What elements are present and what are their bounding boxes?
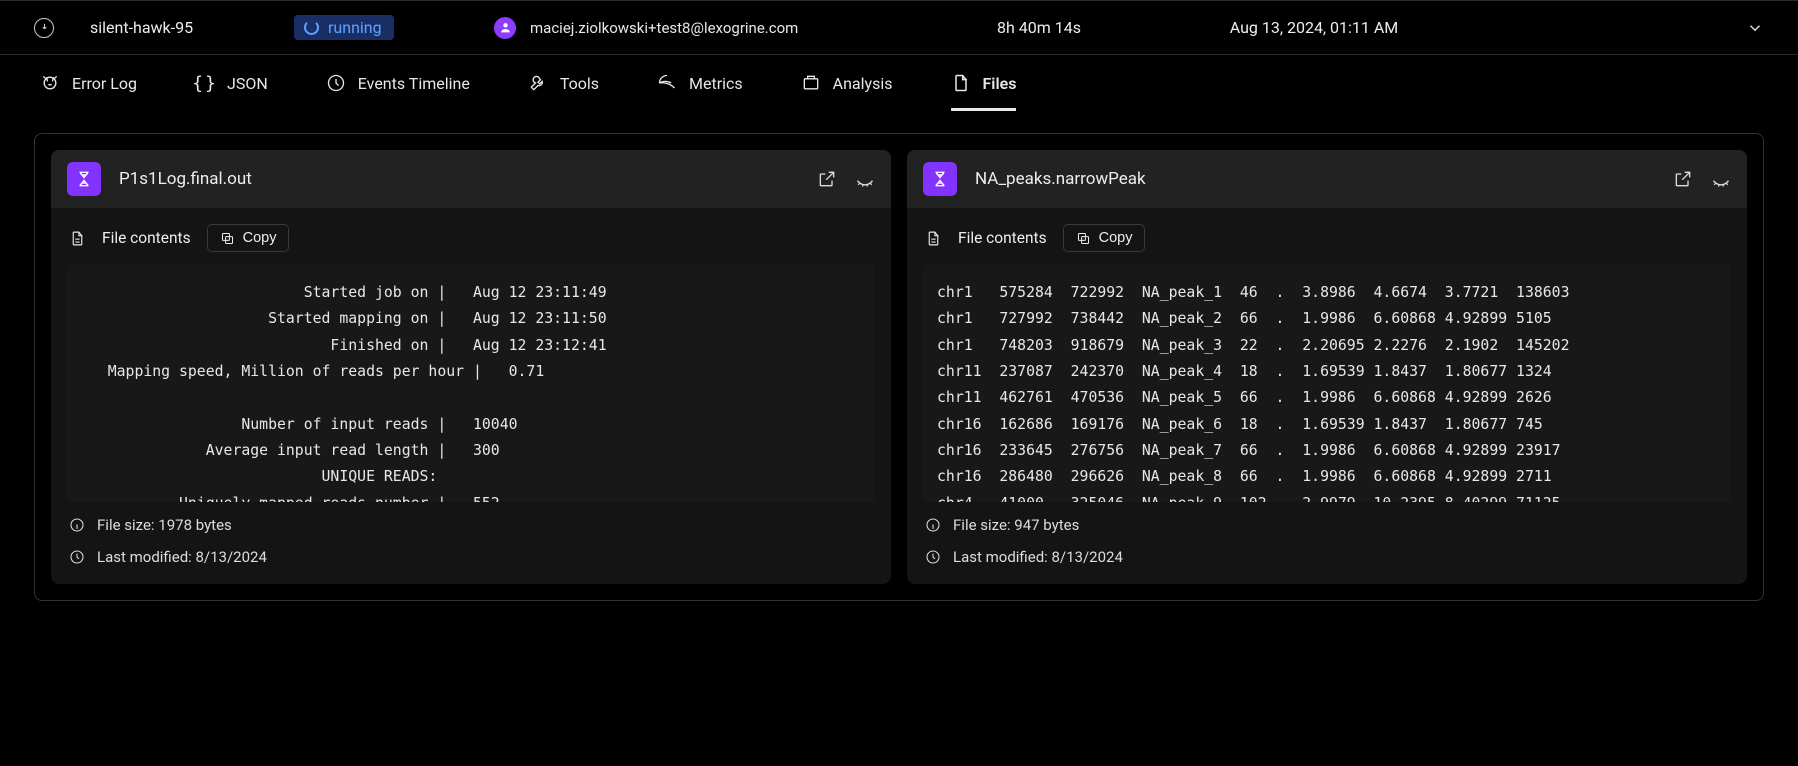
spinner-icon [304,20,319,35]
tab-json[interactable]: {} JSON [195,55,268,111]
tab-label: JSON [227,74,268,93]
file-modified-row: Last modified: 8/13/2024 [923,548,1731,566]
tab-tools[interactable]: Tools [528,55,599,111]
document-icon [69,230,86,247]
file-contents: Started job on | Aug 12 23:11:49 Started… [67,264,875,502]
run-header: silent-hawk-95 running maciej.ziolkowski… [0,1,1798,55]
tab-files[interactable]: Files [951,55,1017,111]
tab-error-log[interactable]: Error Log [40,55,137,111]
avatar-icon [494,17,516,39]
open-external-icon[interactable] [817,169,837,189]
run-duration: 8h 40m 14s [997,18,1081,37]
tab-label: Metrics [689,74,743,93]
file-card-header: P1s1Log.final.out [51,150,891,208]
status-badge: running [294,15,394,40]
file-name: NA_peaks.narrowPeak [975,169,1655,189]
files-panel: P1s1Log.final.out File contents Copy [34,133,1764,601]
clock-icon [69,549,85,565]
tab-events-timeline[interactable]: Events Timeline [326,55,470,111]
copy-label: Copy [1099,230,1133,246]
run-name: silent-hawk-95 [90,18,193,37]
hourglass-icon [67,162,101,196]
braces-icon: {} [195,73,215,93]
open-external-icon[interactable] [1673,169,1693,189]
eye-closed-icon[interactable] [855,169,875,189]
file-size-row: File size: 947 bytes [923,516,1731,534]
tab-metrics[interactable]: Metrics [657,55,743,111]
tab-bar: Error Log {} JSON Events Timeline Tools … [0,55,1798,111]
file-card-header: NA_peaks.narrowPeak [907,150,1747,208]
document-icon [925,230,942,247]
download-icon[interactable] [34,18,54,38]
copy-button[interactable]: Copy [1063,224,1146,252]
tab-label: Files [983,74,1017,93]
file-card: P1s1Log.final.out File contents Copy [51,150,891,584]
chevron-down-icon[interactable] [1746,19,1764,37]
file-name: P1s1Log.final.out [119,169,799,189]
eye-closed-icon[interactable] [1711,169,1731,189]
file-contents-label: File contents [958,229,1047,247]
file-contents-label: File contents [102,229,191,247]
copy-label: Copy [243,230,277,246]
info-icon [69,517,85,533]
tab-label: Error Log [72,74,137,93]
tab-label: Analysis [833,74,893,93]
tab-label: Tools [560,74,599,93]
file-card: NA_peaks.narrowPeak File contents Copy [907,150,1747,584]
file-contents: chr1 575284 722992 NA_peak_1 46 . 3.8986… [923,264,1731,502]
file-modified: Last modified: 8/13/2024 [953,548,1123,566]
file-size-row: File size: 1978 bytes [67,516,875,534]
copy-button[interactable]: Copy [207,224,290,252]
tab-analysis[interactable]: Analysis [801,55,893,111]
clock-icon [925,549,941,565]
user-email: maciej.ziolkowski+test8@lexogrine.com [530,19,798,37]
file-size: File size: 947 bytes [953,516,1079,534]
info-icon [925,517,941,533]
user-chip: maciej.ziolkowski+test8@lexogrine.com [494,17,798,39]
hourglass-icon [923,162,957,196]
file-modified-row: Last modified: 8/13/2024 [67,548,875,566]
status-text: running [328,18,382,37]
run-timestamp: Aug 13, 2024, 01:11 AM [1230,18,1399,37]
file-size: File size: 1978 bytes [97,516,232,534]
file-modified: Last modified: 8/13/2024 [97,548,267,566]
tab-label: Events Timeline [358,74,470,93]
